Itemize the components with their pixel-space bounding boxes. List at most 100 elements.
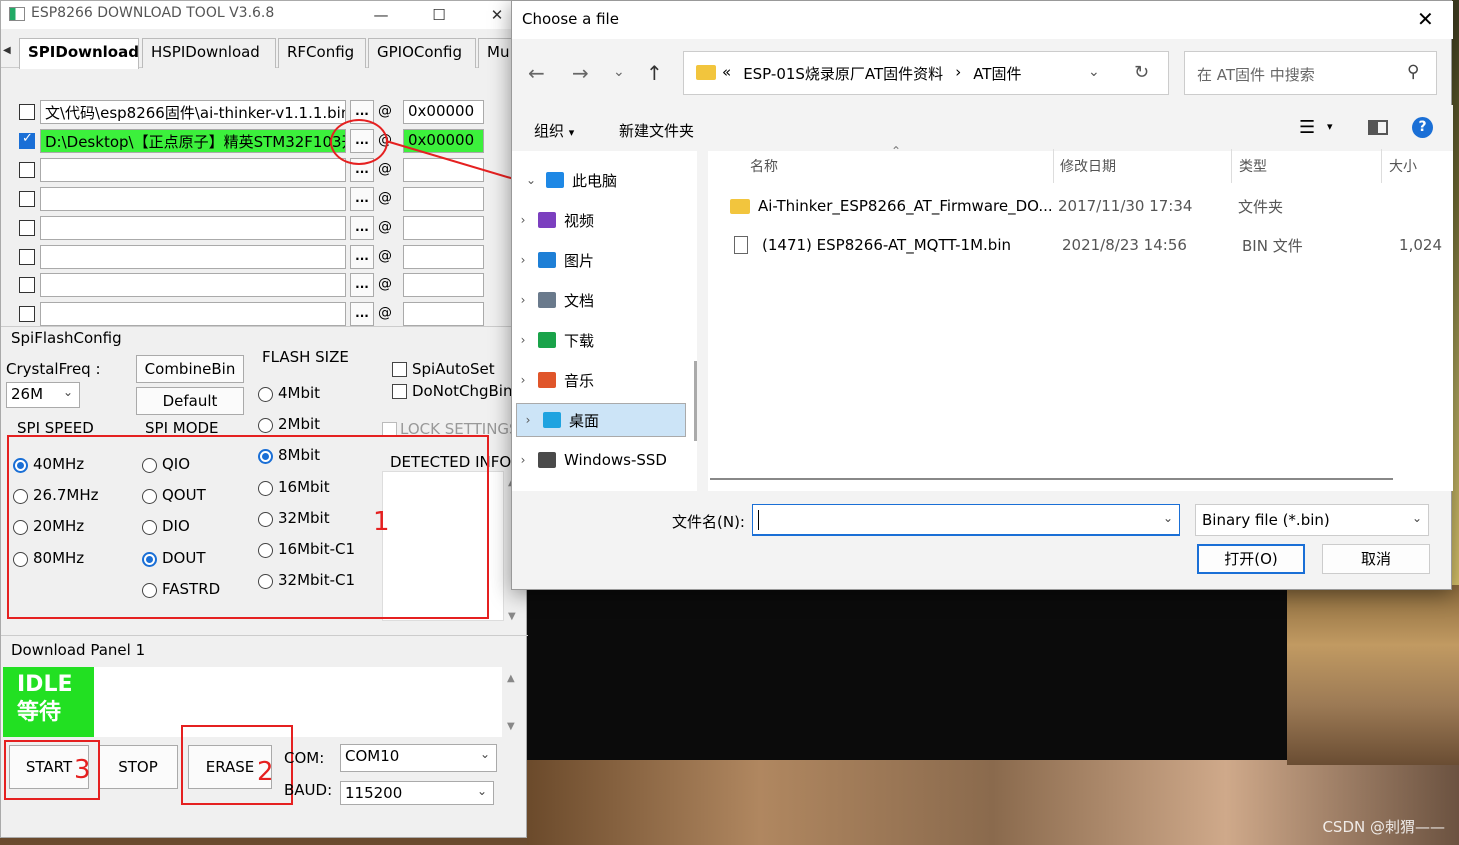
chevron-right-icon[interactable]: › bbox=[521, 413, 535, 427]
scroll-down-icon[interactable]: ▼ bbox=[508, 611, 516, 622]
back-icon[interactable]: ← bbox=[528, 61, 545, 85]
address-input[interactable]: 0x00000 bbox=[403, 100, 484, 124]
forward-icon[interactable]: → bbox=[572, 61, 589, 85]
address-input[interactable] bbox=[403, 302, 484, 327]
file-path-input[interactable] bbox=[40, 157, 346, 182]
filetype-select[interactable]: Binary file (*.bin) ⌄ bbox=[1195, 504, 1429, 536]
tab-scroll-left-icon[interactable]: ◀ bbox=[3, 45, 15, 61]
file-path-input[interactable] bbox=[40, 302, 346, 327]
scroll-down-icon[interactable]: ▼ bbox=[507, 721, 515, 732]
browse-button[interactable]: ... bbox=[350, 302, 374, 327]
baud-select[interactable]: 115200 ⌄ bbox=[340, 781, 494, 805]
tab-rfconfig[interactable]: RFConfig bbox=[278, 38, 366, 68]
file-checkbox[interactable] bbox=[19, 190, 35, 207]
file-path-input[interactable]: 文\代码\esp8266固件\ai-thinker-v1.1.1.bin bbox=[40, 100, 346, 124]
flash-size-radio[interactable] bbox=[258, 418, 273, 434]
help-icon[interactable]: ? bbox=[1412, 117, 1433, 138]
file-path-input[interactable] bbox=[40, 186, 346, 211]
file-checkbox[interactable] bbox=[19, 131, 35, 149]
file-path-input[interactable] bbox=[40, 273, 346, 298]
new-folder-button[interactable]: 新建文件夹 bbox=[619, 120, 694, 141]
file-path-input[interactable]: D:\Desktop\【正点原子】精英STM32F103开 bbox=[40, 128, 346, 153]
preview-pane-icon[interactable] bbox=[1368, 120, 1388, 135]
com-select[interactable]: COM10 ⌄ bbox=[340, 744, 497, 772]
column-size[interactable]: 大小 bbox=[1389, 156, 1417, 176]
chevron-down-icon: ⌄ bbox=[479, 747, 490, 761]
chevron-right-icon[interactable]: › bbox=[516, 453, 530, 467]
column-modified[interactable]: 修改日期 bbox=[1060, 156, 1116, 176]
recent-locations-icon[interactable]: ⌄ bbox=[613, 64, 625, 80]
spiautoset-checkbox[interactable] bbox=[392, 362, 407, 377]
file-checkbox[interactable] bbox=[19, 277, 35, 294]
cancel-button[interactable]: 取消 bbox=[1322, 544, 1430, 574]
file-path-input[interactable] bbox=[40, 244, 346, 269]
tab-spidownload[interactable]: SPIDownload bbox=[19, 38, 139, 69]
baud-label: BAUD: bbox=[284, 781, 333, 799]
nav-item[interactable]: › 文档 bbox=[516, 283, 686, 317]
open-button[interactable]: 打开(O) bbox=[1197, 544, 1305, 574]
browse-button[interactable]: ... bbox=[350, 215, 374, 240]
download-panel-label: Download Panel 1 bbox=[11, 641, 146, 659]
flash-size-radio[interactable] bbox=[258, 387, 273, 402]
combinebin-button[interactable]: CombineBin bbox=[136, 355, 244, 383]
nav-item[interactable]: › 图片 bbox=[516, 243, 686, 277]
chevron-right-icon[interactable]: › bbox=[516, 213, 530, 227]
donotchgbin-checkbox[interactable] bbox=[392, 384, 407, 399]
file-checkbox[interactable] bbox=[19, 248, 35, 265]
refresh-icon[interactable]: ↻ bbox=[1134, 62, 1149, 83]
at-label: @ bbox=[378, 276, 392, 293]
nav-scrollbar[interactable] bbox=[694, 361, 697, 441]
nav-item[interactable]: › Windows-SSD bbox=[516, 443, 686, 477]
breadcrumb-item[interactable]: AT固件 bbox=[973, 63, 1021, 84]
tab-gpioconfig[interactable]: GPIOConfig bbox=[368, 38, 476, 68]
column-name[interactable]: 名称 bbox=[750, 156, 778, 176]
close-icon[interactable]: ✕ bbox=[1417, 7, 1434, 31]
browse-button[interactable]: ... bbox=[350, 244, 374, 269]
address-input[interactable] bbox=[403, 273, 484, 298]
breadcrumb-overflow[interactable]: « bbox=[722, 63, 731, 84]
chevron-right-icon[interactable]: › bbox=[516, 253, 530, 267]
sort-up-icon: ⌃ bbox=[891, 144, 902, 158]
scroll-up-icon[interactable]: ▲ bbox=[507, 673, 515, 684]
file-checkbox[interactable] bbox=[19, 104, 35, 120]
crystalfreq-select[interactable]: 26M ⌄ bbox=[6, 382, 80, 408]
organize-menu[interactable]: 组织 ▾ bbox=[534, 120, 574, 141]
chevron-right-icon[interactable]: › bbox=[516, 373, 530, 387]
view-options-icon[interactable]: ☰ bbox=[1299, 117, 1315, 138]
search-box[interactable]: 在 AT固件 中搜索 ⚲ bbox=[1184, 51, 1437, 95]
chevron-down-icon[interactable]: ⌄ bbox=[1163, 511, 1173, 525]
nav-item[interactable]: ⌄ 此电脑 bbox=[524, 163, 692, 197]
com-label: COM: bbox=[284, 749, 325, 767]
chevron-right-icon[interactable]: › bbox=[516, 293, 530, 307]
nav-item-label: 此电脑 bbox=[572, 171, 618, 190]
stop-button[interactable]: STOP bbox=[98, 745, 178, 789]
minimize-button[interactable]: — bbox=[361, 3, 401, 27]
default-button[interactable]: Default bbox=[136, 387, 244, 415]
file-row[interactable]: (1471) ESP8266-AT_MQTT-1M.bin 2021/8/23 1… bbox=[730, 227, 1450, 263]
column-type[interactable]: 类型 bbox=[1239, 156, 1267, 176]
computer-icon bbox=[546, 172, 564, 188]
file-checkbox[interactable] bbox=[19, 219, 35, 236]
breadcrumb-item[interactable]: ESP-01S烧录原厂AT固件资料 bbox=[743, 63, 943, 84]
nav-item[interactable]: › 桌面 bbox=[516, 403, 686, 437]
file-path-input[interactable] bbox=[40, 215, 346, 240]
browse-button[interactable]: ... bbox=[350, 273, 374, 298]
browse-button[interactable]: ... bbox=[350, 186, 374, 211]
horizontal-scrollbar[interactable] bbox=[710, 478, 1393, 480]
maximize-button[interactable]: ☐ bbox=[419, 3, 459, 27]
nav-item[interactable]: › 视频 bbox=[516, 203, 686, 237]
up-icon[interactable]: ↑ bbox=[646, 61, 663, 85]
tab-hspidownload[interactable]: HSPIDownload bbox=[142, 38, 276, 68]
nav-item[interactable]: › 下载 bbox=[516, 323, 686, 357]
chevron-down-icon[interactable]: ⌄ bbox=[524, 173, 538, 187]
chevron-down-icon[interactable]: ⌄ bbox=[1088, 64, 1100, 80]
caret-down-icon[interactable]: ▾ bbox=[1327, 120, 1333, 133]
chevron-right-icon[interactable]: › bbox=[516, 333, 530, 347]
file-checkbox[interactable] bbox=[19, 306, 35, 323]
nav-item[interactable]: › 音乐 bbox=[516, 363, 686, 397]
address-bar[interactable]: « ESP-01S烧录原厂AT固件资料 › AT固件 ⌄ ↻ bbox=[683, 51, 1169, 95]
file-row[interactable]: Ai-Thinker_ESP8266_AT_Firmware_DO... 2017… bbox=[730, 188, 1450, 224]
document-icon bbox=[538, 292, 556, 308]
filename-input[interactable]: ⌄ bbox=[752, 504, 1180, 536]
file-checkbox[interactable] bbox=[19, 161, 35, 178]
